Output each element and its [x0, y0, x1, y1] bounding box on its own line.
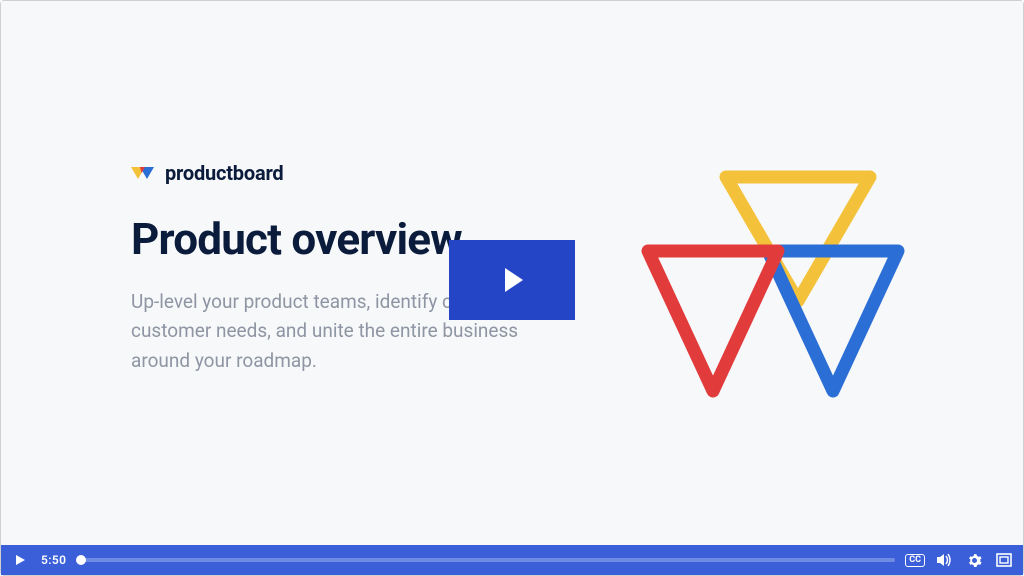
time-display: 5:50 [41, 553, 71, 567]
brand-name: productboard [165, 161, 283, 185]
seek-bar[interactable] [81, 558, 895, 562]
seek-handle[interactable] [76, 555, 86, 565]
captions-button[interactable]: CC [905, 554, 925, 567]
fullscreen-icon [996, 553, 1012, 567]
video-player-frame: productboard Product overview Up-level y… [0, 0, 1024, 576]
volume-icon [936, 553, 952, 567]
volume-button[interactable] [933, 549, 955, 571]
gear-icon [967, 553, 982, 568]
play-button[interactable] [449, 240, 575, 320]
video-controls-bar: 5:50 CC [1, 545, 1023, 575]
productboard-logo-icon [131, 163, 155, 183]
right-controls: CC [905, 549, 1015, 571]
fullscreen-button[interactable] [993, 549, 1015, 571]
settings-button[interactable] [963, 549, 985, 571]
play-icon [495, 263, 529, 297]
brand-row: productboard [131, 161, 561, 185]
triangle-graphic [618, 141, 918, 441]
play-pause-button[interactable] [9, 549, 31, 571]
play-small-icon [14, 554, 26, 566]
